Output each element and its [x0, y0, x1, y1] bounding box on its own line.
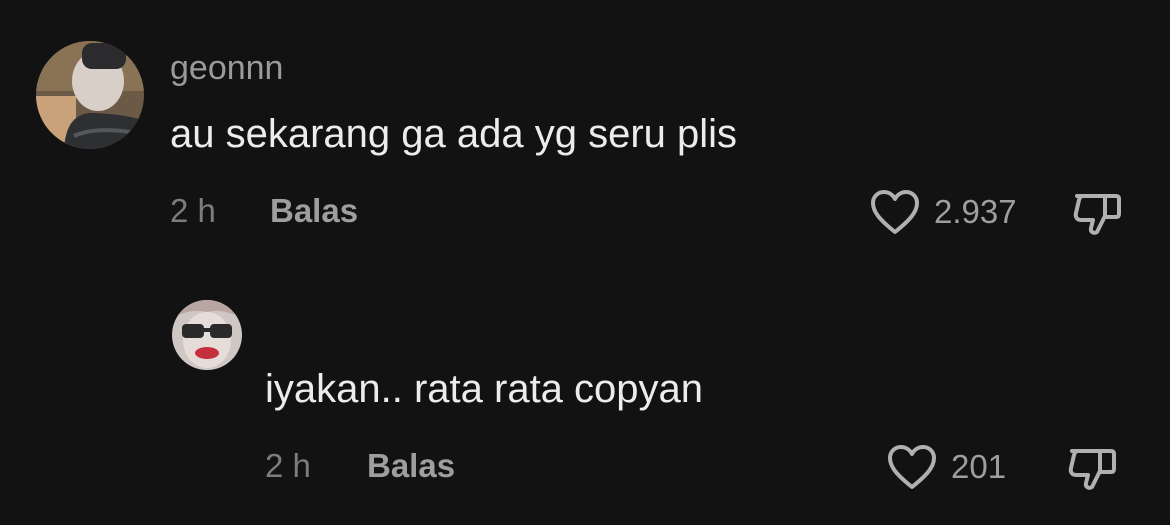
- heart-outline-icon: [887, 444, 937, 490]
- thumbs-down-outline-icon: [1067, 445, 1117, 493]
- avatar-photo: [172, 300, 242, 370]
- reply-item: iyakan.. rata rata copyan 2 h Balas 201: [0, 280, 1170, 525]
- reply-button[interactable]: Balas: [270, 191, 358, 231]
- like-count: 2.937: [934, 193, 1017, 230]
- dislike-button[interactable]: [1067, 445, 1117, 493]
- avatar-photo: [36, 41, 144, 149]
- comment-item: geonnn au sekarang ga ada yg seru plis 2…: [0, 0, 1170, 260]
- like-button[interactable]: 2.937: [870, 189, 1017, 235]
- comment-timestamp: 2 h: [170, 192, 216, 229]
- comment-username[interactable]: geonnn: [170, 48, 283, 88]
- comment-text: iyakan.. rata rata copyan: [265, 367, 704, 411]
- dislike-button[interactable]: [1072, 190, 1122, 238]
- like-button[interactable]: 201: [887, 444, 1006, 490]
- comment-text: au sekarang ga ada yg seru plis: [170, 112, 738, 156]
- comment-timestamp: 2 h: [265, 447, 311, 484]
- heart-outline-icon: [870, 189, 920, 235]
- thumbs-down-outline-icon: [1072, 190, 1122, 238]
- avatar[interactable]: [172, 300, 242, 370]
- like-count: 201: [951, 448, 1007, 485]
- avatar[interactable]: [36, 41, 144, 149]
- reply-button[interactable]: Balas: [367, 446, 455, 486]
